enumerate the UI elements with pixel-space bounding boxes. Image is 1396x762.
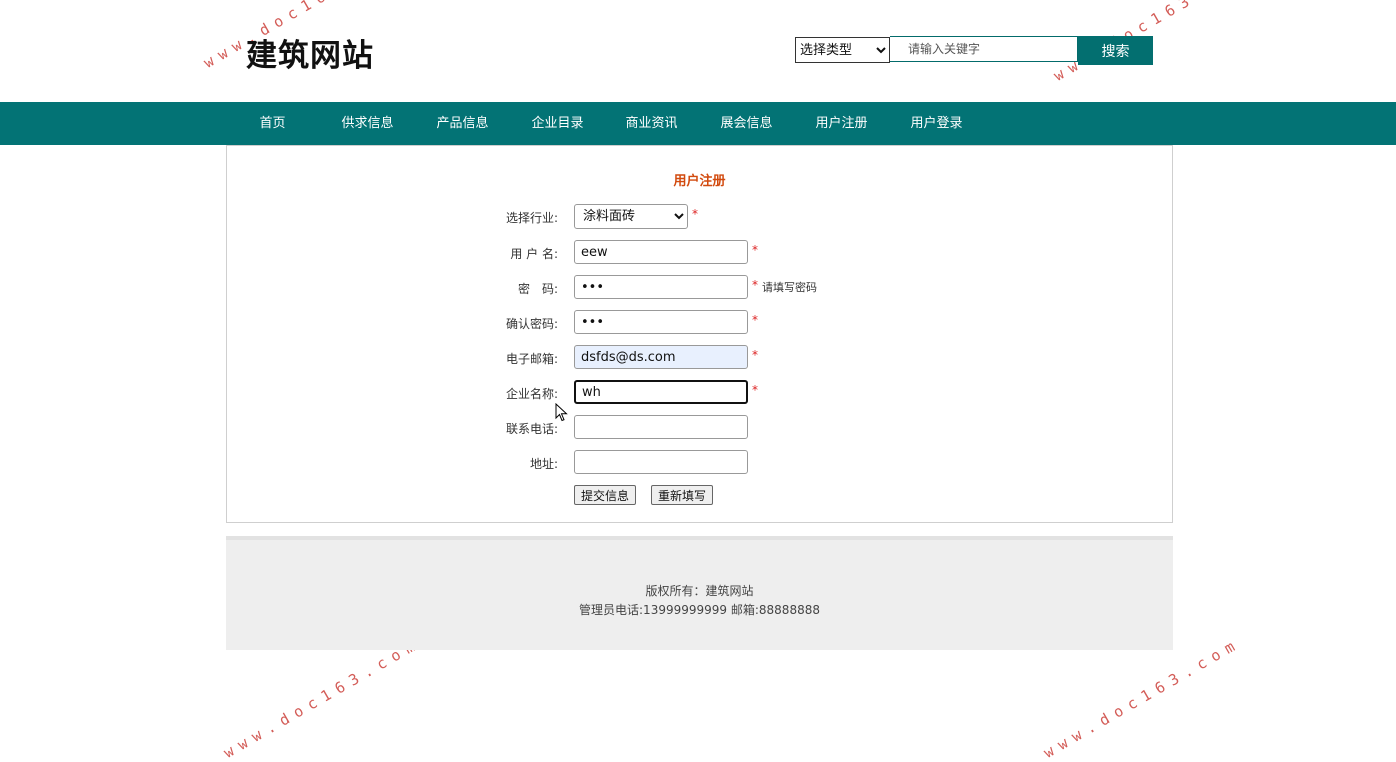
company-input[interactable] — [574, 380, 748, 404]
required-mark: * — [752, 348, 758, 362]
password-hint: 请填写密码 — [762, 281, 817, 294]
required-mark: * — [752, 383, 758, 397]
registration-panel: 用户注册 选择行业: 涂料面砖 * 用 户 名: * 密 码: * 请填写密码 … — [226, 145, 1173, 523]
nav-item-exhibitions[interactable]: 展会信息 — [699, 102, 794, 145]
company-row: 企业名称: * — [227, 380, 1172, 406]
phone-label: 联系电话: — [505, 422, 558, 436]
password-input[interactable] — [574, 275, 748, 299]
footer-copyright: 版权所有：建筑网站 — [645, 584, 754, 598]
phone-row: 联系电话: — [227, 415, 1172, 441]
nav-item-home[interactable]: 首页 — [225, 102, 320, 145]
username-input[interactable] — [574, 240, 748, 264]
required-mark: * — [752, 278, 758, 292]
watermark: www.doc163.com — [220, 633, 424, 762]
password-row: 密 码: * 请填写密码 — [227, 275, 1172, 301]
search-type-select[interactable]: 选择类型 — [795, 37, 890, 63]
nav-item-supply-demand[interactable]: 供求信息 — [320, 102, 415, 145]
submit-button[interactable]: 提交信息 — [574, 485, 637, 505]
footer: 版权所有：建筑网站 管理员电话:13999999999 邮箱:88888888 — [226, 536, 1173, 650]
username-label: 用 户 名: — [510, 247, 558, 261]
search-input[interactable] — [890, 36, 1078, 62]
industry-label: 选择行业: — [505, 211, 558, 225]
nav-item-directory[interactable]: 企业目录 — [510, 102, 605, 145]
email-input[interactable] — [574, 345, 748, 369]
company-label: 企业名称: — [505, 387, 558, 401]
confirm-password-row: 确认密码: * — [227, 310, 1172, 336]
email-row: 电子邮箱: * — [227, 345, 1172, 371]
mouse-cursor-icon — [555, 403, 568, 422]
confirm-password-label: 确认密码: — [505, 317, 558, 331]
industry-row: 选择行业: 涂料面砖 * — [227, 204, 1172, 230]
address-input[interactable] — [574, 450, 748, 474]
nav-item-products[interactable]: 产品信息 — [415, 102, 510, 145]
email-label: 电子邮箱: — [505, 352, 558, 366]
nav-item-register[interactable]: 用户注册 — [794, 102, 889, 145]
address-label: 地址: — [529, 457, 558, 471]
nav-item-news[interactable]: 商业资讯 — [604, 102, 699, 145]
required-mark: * — [752, 313, 758, 327]
button-row: 提交信息 重新填写 — [227, 485, 1172, 511]
required-mark: * — [692, 207, 698, 221]
confirm-password-input[interactable] — [574, 310, 748, 334]
main-nav: 首页 供求信息 产品信息 企业目录 商业资讯 展会信息 用户注册 用户登录 — [0, 102, 1396, 145]
reset-button[interactable]: 重新填写 — [651, 485, 714, 505]
address-row: 地址: — [227, 450, 1172, 476]
phone-input[interactable] — [574, 415, 748, 439]
industry-select[interactable]: 涂料面砖 — [574, 204, 688, 229]
site-title: 建筑网站 — [246, 38, 374, 74]
username-row: 用 户 名: * — [227, 240, 1172, 266]
search-button[interactable]: 搜索 — [1078, 36, 1153, 65]
watermark: www.doc163.com — [1040, 633, 1244, 762]
password-label: 密 码: — [517, 282, 558, 296]
search-bar: 选择类型 搜索 — [795, 36, 1153, 65]
required-mark: * — [752, 243, 758, 257]
form-title: 用户注册 — [673, 174, 726, 189]
nav-item-login[interactable]: 用户登录 — [889, 102, 984, 145]
footer-contact: 管理员电话:13999999999 邮箱:88888888 — [579, 603, 820, 617]
